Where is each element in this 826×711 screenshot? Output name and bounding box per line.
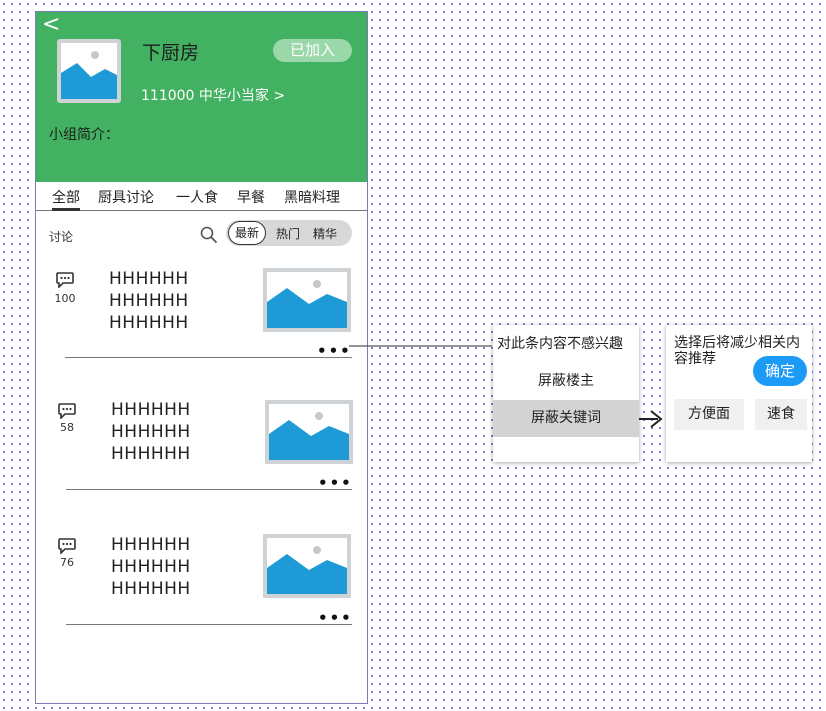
post-item[interactable]: 76 HHHHHH HHHHHH HHHHHH ••• (36, 534, 367, 666)
post-title: HHHHHH HHHHHH HHHHHH (111, 399, 191, 465)
back-button[interactable]: < (42, 12, 60, 38)
post-line-text: HHHHHH (109, 291, 189, 311)
divider (66, 489, 352, 490)
group-avatar-image-icon (57, 39, 121, 103)
post-line-text: HHHHHH (111, 579, 191, 599)
keyword-select-panel: 选择后将减少相关内容推荐 确定 方便面 速食 (666, 325, 812, 462)
post-line-text: HHHHHH (111, 535, 191, 555)
post-line-text: HHHHHH (111, 422, 191, 442)
post-line-text: HHHHHH (109, 269, 189, 289)
sort-hot[interactable]: 热门 (276, 225, 300, 242)
post-item[interactable]: 58 HHHHHH HHHHHH HHHHHH ••• (36, 399, 367, 531)
member-count-link[interactable]: 111000 中华小当家 > (141, 85, 285, 105)
keyword-tag[interactable]: 速食 (755, 399, 807, 430)
joined-button[interactable]: 已加入 (273, 39, 352, 62)
divider (65, 357, 352, 358)
comment-count: 100 (54, 292, 76, 305)
category-tabs: 全部 厨具讨论 一人食 早餐 黑暗料理 (36, 182, 367, 211)
not-interested-menu: 对此条内容不感兴趣 屏蔽楼主 屏蔽关键词 (493, 325, 639, 462)
group-intro-label: 小组简介： (49, 127, 119, 143)
phone-frame: < 下厨房 已加入 111000 中华小当家 > 小组简介： 全部 厨具讨论 一… (35, 11, 368, 704)
post-line-text: HHHHHH (109, 313, 189, 333)
group-header: < 下厨房 已加入 111000 中华小当家 > 小组简介： (36, 12, 367, 182)
sort-newest[interactable]: 最新 (228, 221, 266, 245)
post-line-text: HHHHHH (111, 557, 191, 577)
arrow-head-icon (650, 410, 663, 428)
block-keyword-option[interactable]: 屏蔽关键词 (493, 400, 639, 437)
tab-solo-meal[interactable]: 一人食 (176, 187, 218, 207)
block-author-option[interactable]: 屏蔽楼主 (493, 363, 639, 400)
comment-icon (58, 403, 76, 419)
tab-all[interactable]: 全部 (52, 187, 80, 211)
post-image-icon (265, 400, 353, 464)
menu-title: 对此条内容不感兴趣 (497, 336, 623, 352)
post-image-icon (263, 534, 351, 598)
post-line-text: HHHHHH (111, 400, 191, 420)
search-icon[interactable] (200, 226, 218, 244)
post-line-text: HHHHHH (111, 444, 191, 464)
confirm-button[interactable]: 确定 (753, 356, 807, 386)
sort-featured[interactable]: 精华 (313, 225, 337, 242)
tab-dark-cuisine[interactable]: 黑暗料理 (284, 187, 340, 207)
post-title: HHHHHH HHHHHH HHHHHH (111, 534, 191, 600)
sort-toggle: 最新 热门 精华 (226, 220, 352, 246)
tab-cookware[interactable]: 厨具讨论 (98, 187, 154, 207)
discussion-label: 讨论 (49, 230, 74, 244)
comment-count: 58 (60, 421, 74, 434)
group-name: 下厨房 (142, 42, 200, 64)
comment-icon (56, 272, 74, 288)
post-image-icon (263, 268, 351, 332)
post-item[interactable]: 100 HHHHHH HHHHHH HHHHHH ••• (36, 268, 367, 400)
divider (66, 624, 352, 625)
comment-count: 76 (60, 556, 74, 569)
tab-breakfast[interactable]: 早餐 (237, 187, 265, 207)
comment-icon (58, 538, 76, 554)
keyword-tag[interactable]: 方便面 (674, 399, 744, 430)
post-title: HHHHHH HHHHHH HHHHHH (109, 268, 189, 334)
filter-row: 讨论 最新 热门 精华 (36, 220, 367, 250)
